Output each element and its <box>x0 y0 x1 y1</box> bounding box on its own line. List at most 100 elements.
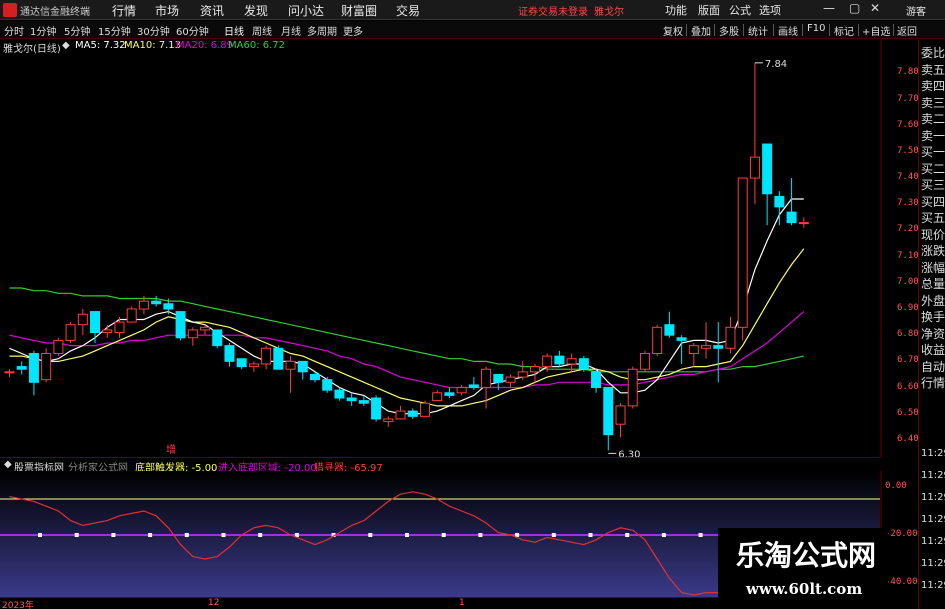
tool-zixuan[interactable]: +自选 <box>862 23 890 38</box>
price-tick: 6.50 <box>897 407 919 418</box>
side-panel-time: 11:29 <box>921 470 945 481</box>
side-panel-item[interactable]: 买五 <box>921 211 945 225</box>
candle <box>639 350 650 372</box>
candle-body <box>102 329 113 334</box>
menu-jiaoyi[interactable]: 交易 <box>396 2 420 19</box>
candle <box>346 392 357 406</box>
period-fenshi[interactable]: 分时 <box>4 23 24 38</box>
bottom-zone-dot <box>478 533 483 537</box>
period-30min[interactable]: 30分钟 <box>137 23 170 38</box>
minimize-icon[interactable]: — <box>823 1 835 15</box>
tool-diejia[interactable]: 叠加 <box>691 23 711 38</box>
side-panel-item[interactable]: 涨跌 <box>921 244 945 258</box>
bottom-zone-dot <box>441 533 446 537</box>
side-panel-item[interactable]: 买三 <box>921 178 945 192</box>
menu-faxian[interactable]: 发现 <box>244 2 268 19</box>
function-button[interactable]: 功能 <box>665 2 687 18</box>
side-panel-item[interactable]: 现价 <box>921 228 945 242</box>
price-tick: 7.70 <box>897 93 919 104</box>
side-panel-item[interactable]: 买二 <box>921 162 945 176</box>
menu-wenxiaoda[interactable]: 问小达 <box>288 2 324 19</box>
menu-shichang[interactable]: 市场 <box>155 2 179 19</box>
tool-duogu[interactable]: 多股 <box>719 23 739 38</box>
bottom-zone-dot <box>111 533 116 537</box>
restore-icon[interactable]: ▢ <box>849 1 860 15</box>
candle-body <box>224 345 235 362</box>
tool-huaxian[interactable]: 画线 <box>778 23 798 38</box>
side-panel-item[interactable]: 收益 <box>921 343 945 357</box>
period-weekly[interactable]: 周线 <box>252 23 272 38</box>
side-panel-item[interactable]: 自动 <box>921 360 945 374</box>
period-5min[interactable]: 5分钟 <box>64 23 90 38</box>
period-1min[interactable]: 1分钟 <box>30 23 56 38</box>
tool-tongji[interactable]: 统计 <box>748 23 768 38</box>
candle-body <box>737 177 748 328</box>
tool-biaoji[interactable]: 标记 <box>834 23 854 38</box>
period-15min[interactable]: 15分钟 <box>98 23 131 38</box>
price-tick: 7.10 <box>897 250 919 261</box>
close-icon[interactable]: ✕ <box>870 1 880 15</box>
layout-button[interactable]: 版面 <box>698 2 720 18</box>
candle <box>798 217 809 228</box>
candle-body <box>493 373 504 383</box>
candle-body <box>151 300 162 305</box>
candle-body <box>175 311 186 339</box>
side-panel-item[interactable]: 外盘 <box>921 294 945 308</box>
period-multi[interactable]: 多周期 <box>307 23 337 38</box>
candle <box>688 343 699 367</box>
side-panel-item[interactable]: 卖四 <box>921 79 945 93</box>
candle-body <box>664 324 675 336</box>
side-panel-item[interactable]: 委比 <box>921 46 945 60</box>
period-60min[interactable]: 60分钟 <box>176 23 209 38</box>
side-panel-item[interactable]: 行情 <box>921 376 945 390</box>
tool-f10[interactable]: F10 <box>807 23 825 34</box>
side-panel-item[interactable]: 总量 <box>921 277 945 291</box>
period-more[interactable]: 更多 <box>343 23 363 38</box>
side-panel-item[interactable]: 买四 <box>921 195 945 209</box>
candle-body <box>603 387 614 436</box>
options-button[interactable]: 选项 <box>759 2 781 18</box>
watermark: 乐淘公式网 www.60lt.com <box>718 528 888 603</box>
candle <box>77 308 88 336</box>
candle <box>4 369 15 378</box>
guest-label[interactable]: 游客 <box>906 3 926 18</box>
side-panel-item[interactable]: 卖五 <box>921 63 945 77</box>
candle-body <box>688 345 699 355</box>
side-panel-time: 11:29 <box>921 492 945 503</box>
side-panel-item[interactable]: 净资 <box>921 327 945 341</box>
menu-caifuquan[interactable]: 财富圈 <box>341 2 377 19</box>
side-panel-item[interactable]: 卖一 <box>921 129 945 143</box>
tool-fanhui[interactable]: 返回 <box>897 23 917 38</box>
side-panel-item[interactable]: 换手 <box>921 310 945 324</box>
formula-button[interactable]: 公式 <box>729 2 751 18</box>
candle-body <box>126 308 137 323</box>
indicator-dot-icon[interactable]: ◆ <box>4 459 12 470</box>
candle <box>28 350 39 396</box>
candle-body <box>334 389 345 399</box>
side-panel-item[interactable]: 买一 <box>921 145 945 159</box>
price-tick: 6.70 <box>897 355 919 366</box>
candle <box>16 361 27 375</box>
candle <box>90 311 101 344</box>
tool-fuquan[interactable]: 复权 <box>663 23 683 38</box>
period-monthly[interactable]: 月线 <box>281 23 301 38</box>
side-panel-item[interactable]: 卖三 <box>921 96 945 110</box>
candle-body <box>798 222 809 225</box>
menu-hangqing[interactable]: 行情 <box>112 2 136 19</box>
candle <box>261 345 272 370</box>
candle-body <box>505 376 516 383</box>
menu-zixun[interactable]: 资讯 <box>200 2 224 19</box>
bottom-zone-dot <box>368 533 373 537</box>
indicator-tick: -40.00 <box>885 577 918 587</box>
price-tick: 7.30 <box>897 198 919 209</box>
side-panel-item[interactable]: 卖二 <box>921 112 945 126</box>
trade-login-notice[interactable]: 证券交易未登录 <box>518 3 588 18</box>
watermark-url: www.60lt.com <box>746 580 863 598</box>
side-panel-item[interactable]: 涨幅 <box>921 261 945 275</box>
candle-body <box>676 337 687 341</box>
candle-body <box>273 347 284 370</box>
period-daily[interactable]: 日线 <box>224 23 244 38</box>
candle <box>41 348 52 383</box>
candle-body <box>297 360 308 373</box>
price-chart[interactable]: 7.84 6.30 增 <box>0 40 918 457</box>
